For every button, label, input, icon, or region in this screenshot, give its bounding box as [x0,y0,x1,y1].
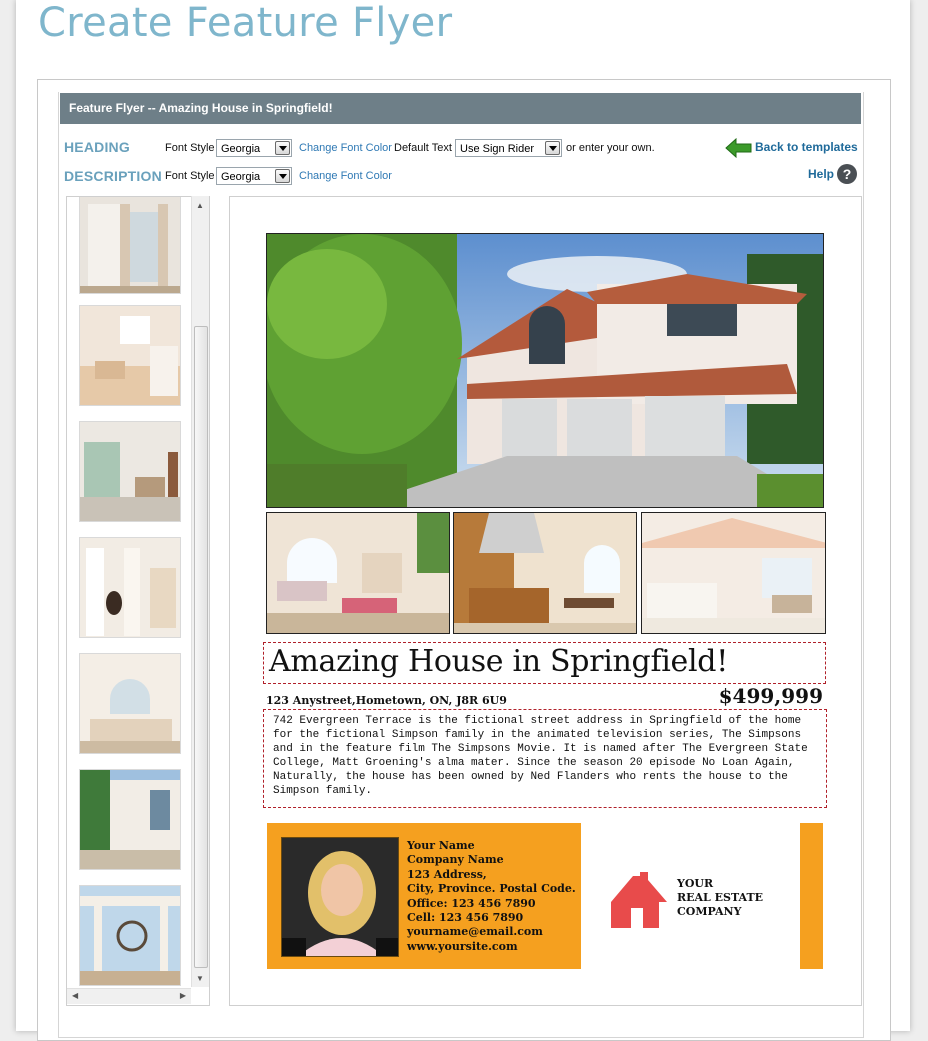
heading-font-style-value: Georgia [221,143,261,155]
template-thumbnail-patio[interactable] [79,885,181,986]
agent-website: www.yoursite.com [407,939,518,953]
scroll-up-icon[interactable]: ▲ [196,201,204,210]
enter-own-text: or enter your own. [566,142,655,154]
template-thumbnail-list[interactable] [66,196,210,1006]
company-name-line3: COMPANY [677,905,742,918]
living-room-photo[interactable] [266,512,450,634]
chevron-down-icon[interactable] [275,141,290,155]
template-thumbnail-bathroom[interactable] [79,653,181,754]
agent-photo [281,837,399,957]
agent-company: Company Name [407,853,504,867]
default-text-value: Use Sign Rider [460,143,534,155]
description-font-style-value: Georgia [221,171,261,183]
company-name: YOUR REAL ESTATE COMPANY [677,877,763,919]
description-label: DESCRIPTION [64,168,162,184]
agent-name: Your Name [407,839,475,852]
description-edit-box[interactable]: 742 Evergreen Terrace is the fictional s… [263,709,827,808]
scroll-down-icon[interactable]: ▼ [196,974,204,983]
default-text-select[interactable]: Use Sign Rider [455,139,562,157]
scroll-left-icon[interactable]: ◀ [72,991,78,1000]
flyer-address: 123 Anystreet,Hometown, ON, J8R 6U9 [266,694,507,707]
description-change-font-color-link[interactable]: Change Font Color [299,170,392,182]
heading-font-style-label: Font Style [165,142,215,154]
back-arrow-icon [725,138,752,158]
description-font-style-select[interactable]: Georgia [216,167,292,185]
panel-title-bar: Feature Flyer -- Amazing House in Spring… [60,93,861,124]
chevron-down-icon[interactable] [545,141,560,155]
scroll-right-icon[interactable]: ▶ [180,991,186,1000]
page-title: Create Feature Flyer [38,0,453,46]
agent-address: 123 Address, [407,867,487,881]
help-label: Help [808,167,835,181]
chevron-down-icon[interactable] [275,169,290,183]
back-to-templates-button[interactable]: Back to templates [725,138,860,158]
flyer-description[interactable]: 742 Evergreen Terrace is the fictional s… [273,714,821,798]
back-to-templates-label: Back to templates [755,140,858,154]
template-thumbnail-exterior-side[interactable] [79,769,181,870]
agent-office-phone: Office: 123 456 7890 [407,896,536,910]
kitchen-photo[interactable] [453,512,637,634]
template-thumbnail-window[interactable] [79,197,181,294]
heading-change-font-color-link[interactable]: Change Font Color [299,142,392,154]
default-text-label: Default Text [394,142,452,154]
orange-accent-strip [800,823,823,969]
bedroom-photo[interactable] [641,512,826,634]
company-name-line2: REAL ESTATE [677,891,764,904]
heading-font-style-select[interactable]: Georgia [216,139,292,157]
thumbnail-vertical-scrollbar[interactable]: ▲ ▼ [191,196,209,987]
flyer-headline[interactable]: Amazing House in Springfield! [269,644,728,679]
agent-card: Your Name Company Name 123 Address, City… [267,823,581,969]
help-icon: ? [837,164,857,184]
agent-contact-info: Your Name Company Name 123 Address, City… [407,839,576,954]
agent-cell-phone: Cell: 123 456 7890 [407,911,524,925]
main-house-photo[interactable] [266,233,824,508]
agent-city: City, Province. Postal Code. [407,882,576,896]
company-name-line1: YOUR [677,877,714,890]
agent-email: yourname@email.com [407,925,543,939]
headline-edit-box[interactable]: Amazing House in Springfield! [263,642,826,684]
heading-label: HEADING [64,139,130,155]
template-thumbnail-family[interactable] [79,421,181,522]
scrollbar-thumb[interactable] [194,326,208,968]
house-logo-icon [611,872,667,928]
help-button[interactable]: Help ? [808,164,858,186]
description-font-style-label: Font Style [165,170,215,182]
template-thumbnail-hallway[interactable] [79,537,181,638]
thumbnail-horizontal-scrollbar[interactable]: ◀ ▶ [67,988,191,1004]
template-thumbnail-living[interactable] [79,305,181,406]
flyer-price: $499,999 [718,684,823,708]
